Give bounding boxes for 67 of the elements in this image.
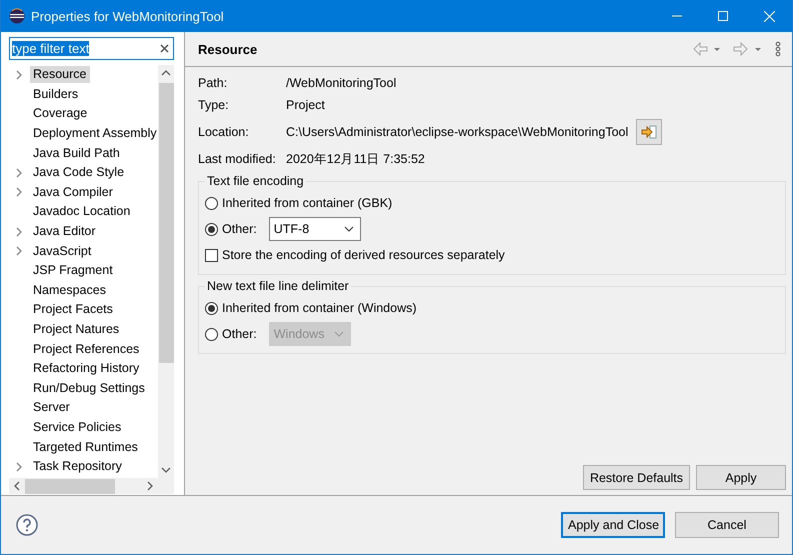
expand-icon[interactable]: [15, 168, 23, 178]
apply-button[interactable]: Apply: [696, 465, 786, 490]
checkbox[interactable]: [205, 248, 218, 262]
apply-and-close-button[interactable]: Apply and Close: [561, 512, 665, 538]
property-value: /WebMonitoringTool: [286, 76, 396, 90]
help-icon[interactable]: [16, 514, 38, 536]
tree-item[interactable]: Project References: [30, 340, 142, 358]
tree-item[interactable]: Project Natures: [30, 321, 122, 338]
tree-item[interactable]: Java Code Style: [30, 164, 128, 182]
cancel-button[interactable]: Cancel: [675, 512, 779, 538]
expand-icon[interactable]: [15, 226, 23, 237]
tree-item[interactable]: Run/Debug Settings: [30, 380, 148, 397]
close-icon: [764, 10, 774, 22]
expand-icon[interactable]: [15, 246, 23, 256]
app-icon: [9, 8, 25, 24]
dropdown[interactable]: UTF-8: [268, 217, 361, 241]
radio-button[interactable]: [205, 302, 218, 314]
tree-item[interactable]: Javadoc Location: [30, 203, 134, 220]
tree-item[interactable]: Java Build Path: [30, 144, 123, 162]
tree-item[interactable]: Java Compiler: [30, 184, 116, 201]
property-value: C:\Users\Administrator\eclipse-workspace\WebMonitoringTool: [286, 125, 628, 139]
property-label: Path:: [198, 75, 228, 92]
property-value: Project: [286, 98, 325, 112]
group-title: New text file line delimiter: [206, 279, 350, 293]
tree-item[interactable]: Service Policies: [30, 418, 124, 436]
option-label: Inherited from container (GBK): [222, 196, 392, 210]
tree-item[interactable]: Java Editor: [30, 223, 99, 240]
tree-item[interactable]: Project Facets: [30, 301, 116, 318]
open-location-button[interactable]: [636, 119, 662, 145]
property-value: 2020年12月11日 7:35:52: [286, 150, 425, 168]
caret-icon: [334, 331, 344, 337]
filter-field[interactable]: type filter text: [9, 37, 174, 60]
tree-item[interactable]: JSP Fragment: [30, 262, 116, 280]
restore-defaults-button[interactable]: Restore Defaults: [583, 465, 690, 490]
tree-item[interactable]: Refactoring History: [30, 360, 142, 378]
page-title: Resource: [198, 42, 258, 56]
vertical-scrollbar[interactable]: [158, 65, 174, 478]
property-label: Location:: [198, 124, 250, 141]
arrow-into-page-icon: [641, 125, 658, 139]
option-label: Store the encoding of derived resources separately: [222, 248, 505, 262]
radio-button[interactable]: [205, 222, 218, 236]
radio-button[interactable]: [205, 196, 218, 210]
option-label: Other:: [222, 327, 257, 341]
navigation-toolbar[interactable]: [692, 41, 782, 57]
group-title: Text file encoding: [206, 174, 305, 188]
caret-icon: [344, 226, 354, 232]
expand-icon[interactable]: [15, 462, 23, 472]
expand-icon[interactable]: [15, 187, 23, 198]
maximize-icon: [718, 11, 728, 21]
tree-item[interactable]: Deployment Assembly: [30, 125, 160, 142]
tree-item[interactable]: Coverage: [30, 105, 90, 122]
tree-item[interactable]: Builders: [30, 86, 82, 103]
property-label: Type:: [198, 97, 230, 114]
option-label: Other:: [222, 222, 257, 236]
clear-icon[interactable]: [160, 44, 169, 53]
tree-item[interactable]: Server: [30, 399, 73, 416]
tree-item[interactable]: Resource: [30, 66, 90, 84]
tree-item[interactable]: Targeted Runtimes: [30, 438, 141, 456]
property-label: Last modified:: [198, 151, 277, 168]
option-label: Inherited from container (Windows): [222, 301, 417, 315]
horizontal-scrollbar[interactable]: [9, 478, 174, 494]
tree-item[interactable]: JavaScript: [30, 242, 94, 260]
tree-item[interactable]: Task Repository: [30, 458, 125, 476]
expand-icon[interactable]: [15, 70, 23, 80]
window-title: Properties for WebMonitoringTool: [31, 8, 225, 24]
tree-item[interactable]: Namespaces: [30, 282, 109, 299]
filter-text: type filter text: [12, 41, 90, 56]
